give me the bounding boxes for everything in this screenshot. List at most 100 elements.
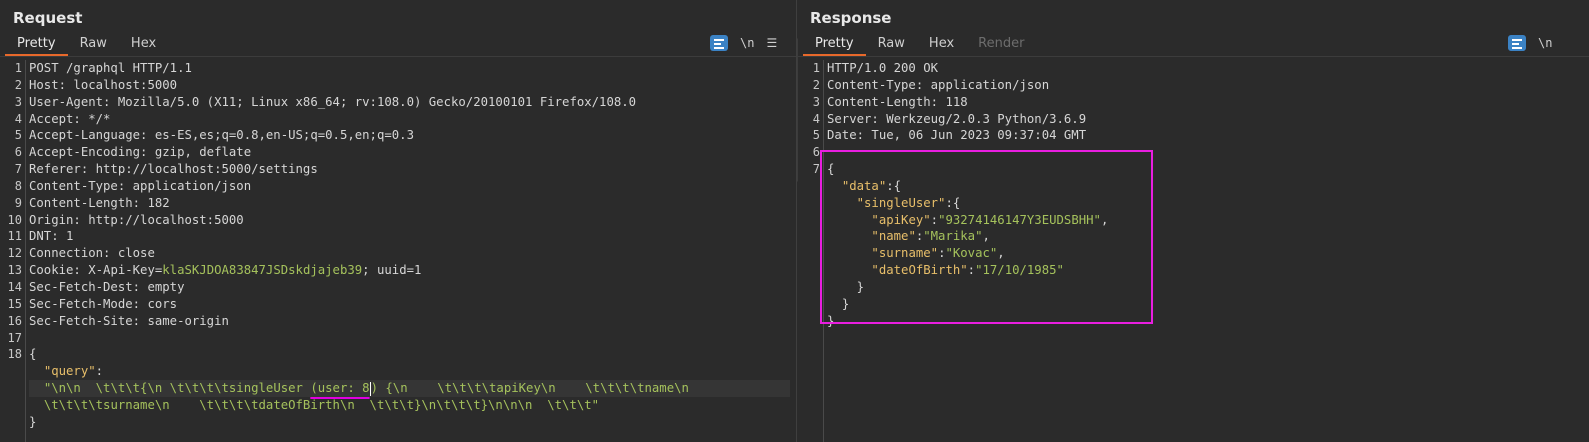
- line-number: 6: [812, 145, 820, 160]
- json-value: "17/10/1985": [975, 263, 1064, 278]
- code-line: Accept-Encoding: gzip, deflate: [29, 145, 252, 160]
- code-line: Sec-Fetch-Dest: empty: [29, 279, 185, 294]
- code-line: Date: Tue, 06 Jun 2023 09:37:04 GMT: [827, 128, 1087, 143]
- tab-hex[interactable]: Hex: [917, 34, 966, 56]
- cookie-value: klaSKJDOA83847JSDskdjajeb39: [162, 263, 363, 278]
- code-line: Referer: http://localhost:5000/settings: [29, 162, 318, 177]
- json-line: "name":"Marika",: [871, 229, 990, 244]
- json-colon: :: [95, 364, 104, 379]
- request-tools: \n ☰: [710, 35, 777, 51]
- code-line: User-Agent: Mozilla/5.0 (X11; Linux x86_…: [29, 94, 637, 109]
- json-key: "data": [841, 178, 887, 193]
- json-value: "Marika": [923, 229, 983, 244]
- json-value: "93274146147Y3EUDSBHH": [938, 212, 1101, 227]
- tab-pretty[interactable]: Pretty: [803, 34, 866, 56]
- json-line: "data":{: [841, 178, 902, 193]
- line-number: 4: [812, 111, 820, 126]
- code-line: Host: localhost:5000: [29, 77, 178, 92]
- query-string-part: ) {\n \t\t\t\tapiKey\n \t\t\t\tname\n: [370, 381, 689, 396]
- line-number: 8: [14, 178, 22, 193]
- json-line: }: [827, 296, 1583, 313]
- tab-pretty[interactable]: Pretty: [5, 34, 68, 56]
- line-number: 13: [7, 263, 22, 278]
- tab-raw[interactable]: Raw: [68, 34, 119, 56]
- json-key: "singleUser": [856, 195, 946, 210]
- line-number: 11: [7, 229, 22, 244]
- code-line: Content-Length: 118: [827, 94, 968, 109]
- request-gutter: 1 2 3 4 5 6 7 8 9 10 11 12 13 14 15 16 1…: [0, 60, 26, 442]
- line-number: 7: [812, 162, 820, 177]
- newline-toggle-button[interactable]: \n: [1538, 35, 1552, 51]
- line-number: 12: [7, 246, 22, 261]
- json-key: "dateOfBirth": [871, 263, 968, 278]
- line-number: 2: [14, 77, 22, 92]
- divider: [0, 56, 796, 57]
- cookie-rest: ; uuid=1: [362, 263, 422, 278]
- response-code: HTTP/1.0 200 OK Content-Type: applicatio…: [827, 60, 1583, 330]
- code-line: Origin: http://localhost:5000: [29, 212, 244, 227]
- code-line: {: [827, 162, 835, 177]
- request-tabs: Pretty Raw Hex: [5, 34, 168, 56]
- response-editor[interactable]: 1 2 3 4 5 6 7 HTTP/1.0 200 OK Content-Ty…: [798, 58, 1589, 442]
- code-line: }: [29, 414, 37, 429]
- query-value-line: "\n\n \t\t\t{\n \t\t\t\tsingleUser (user…: [29, 380, 790, 397]
- menu-icon[interactable]: ☰: [766, 35, 777, 51]
- wrap-lines-icon[interactable]: [710, 35, 728, 51]
- request-pane: Request Pretty Raw Hex \n ☰ 1 2 3 4 5 6 …: [0, 0, 797, 442]
- json-brace: }: [856, 279, 865, 294]
- json-line: "dateOfBirth":"17/10/1985": [871, 263, 1064, 278]
- query-string-part: \t\t\t\tsurname\n \t\t\t\tdateOfBirth\n …: [43, 397, 600, 412]
- line-number: 2: [812, 77, 820, 92]
- line-number: 10: [7, 212, 22, 227]
- code-line: Connection: close: [29, 246, 155, 261]
- line-number: 6: [14, 145, 22, 160]
- json-line: "singleUser":{: [856, 195, 961, 210]
- query-key-line: "query":: [29, 363, 790, 380]
- line-number: 3: [812, 94, 820, 109]
- cookie-line: Cookie: X-Api-Key=klaSKJDOA83847JSDskdja…: [29, 262, 790, 279]
- tab-hex[interactable]: Hex: [119, 34, 168, 56]
- code-line: {: [29, 347, 37, 362]
- code-line: Accept: */*: [29, 111, 111, 126]
- cookie-key: X-Api-Key: [88, 263, 155, 278]
- code-line: POST /graphql HTTP/1.1: [29, 61, 192, 75]
- json-line: "surname":"Kovac",: [871, 246, 1005, 261]
- query-value-line: \t\t\t\tsurname\n \t\t\t\tdateOfBirth\n …: [29, 397, 790, 414]
- response-title: Response: [810, 9, 892, 27]
- json-brace: }: [841, 296, 850, 311]
- tab-raw[interactable]: Raw: [866, 34, 917, 56]
- tab-render[interactable]: Render: [966, 34, 1036, 56]
- code-line: Content-Length: 182: [29, 195, 170, 210]
- line-number: 1: [14, 61, 22, 75]
- line-number: 18: [7, 347, 22, 362]
- code-line: Sec-Fetch-Site: same-origin: [29, 313, 229, 328]
- query-string-part: "\n\n \t\t\t{\n \t\t\t\tsingleUser: [43, 381, 311, 396]
- json-key: "name": [871, 229, 916, 244]
- response-tabs: Pretty Raw Hex Render: [803, 34, 1036, 56]
- query-user-param: (user: 8: [310, 381, 370, 396]
- line-number: 4: [14, 111, 22, 126]
- line-number: 14: [7, 279, 22, 294]
- wrap-lines-icon[interactable]: [1508, 35, 1526, 51]
- json-line: }: [827, 279, 1583, 296]
- cookie-header-name: Cookie:: [29, 263, 89, 278]
- line-number: 16: [7, 313, 22, 328]
- request-editor[interactable]: 1 2 3 4 5 6 7 8 9 10 11 12 13 14 15 16 1…: [0, 58, 796, 442]
- line-number: 1: [812, 61, 820, 75]
- newline-toggle-button[interactable]: \n: [740, 35, 754, 51]
- json-value: "Kovac": [945, 246, 998, 261]
- response-gutter: 1 2 3 4 5 6 7: [798, 60, 824, 442]
- line-number: 15: [7, 296, 22, 311]
- line-number: 9: [14, 195, 22, 210]
- code-line: HTTP/1.0 200 OK: [827, 61, 939, 75]
- code-line: Server: Werkzeug/2.0.3 Python/3.6.9: [827, 111, 1087, 126]
- code-line: Content-Type: application/json: [29, 178, 252, 193]
- line-number: 3: [14, 94, 22, 109]
- response-pane: Response Pretty Raw Hex Render \n 1 2 3 …: [798, 0, 1589, 442]
- code-line: Content-Type: application/json: [827, 77, 1050, 92]
- json-line: }: [827, 313, 1583, 330]
- line-number: 7: [14, 162, 22, 177]
- line-number: 5: [14, 128, 22, 143]
